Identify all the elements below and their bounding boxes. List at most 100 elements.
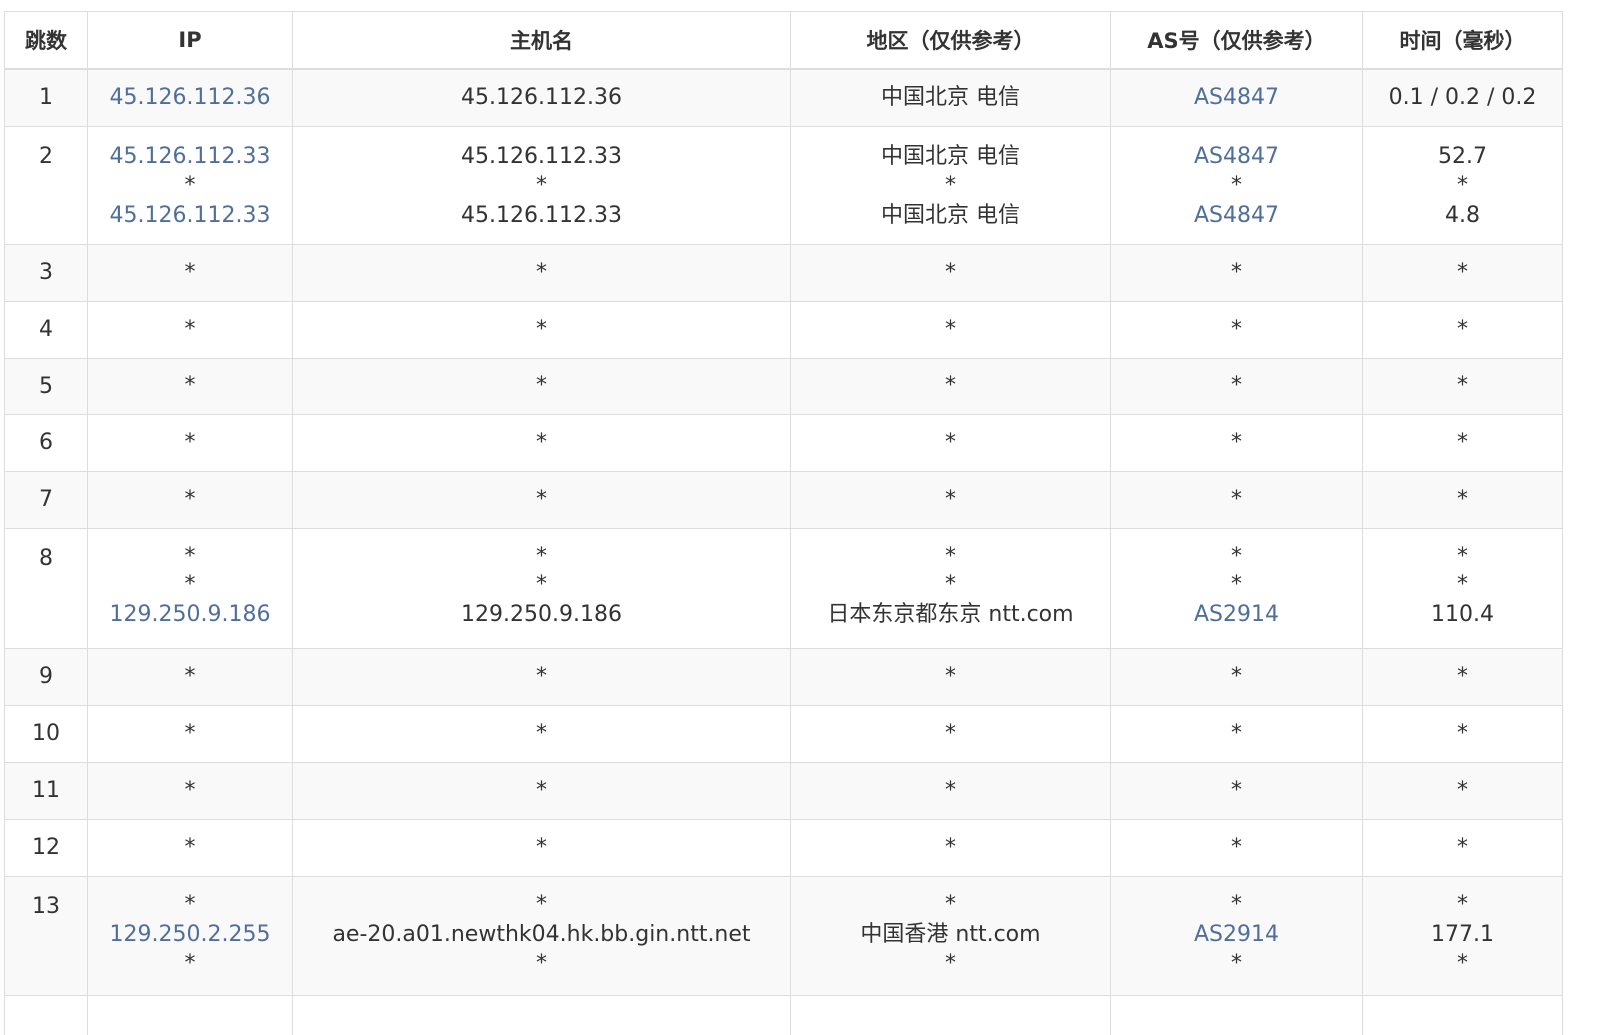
cell-ip: 45.126.112.33 * 45.126.112.33 (87, 125, 293, 245)
cell-region: 中国北京 电信 (790, 68, 1111, 127)
cell-region: * (790, 470, 1111, 529)
asn-link[interactable]: AS4847 (1111, 200, 1362, 231)
table-row: 4 * * * * * (4, 300, 1563, 359)
timeout-marker: * (536, 172, 547, 198)
hop-number (4, 994, 88, 1035)
table-row (4, 994, 1563, 1035)
cell-time: 52.7 * 4.8 (1362, 125, 1563, 245)
timeout-marker: * (945, 891, 956, 917)
ip-link[interactable]: 129.250.9.186 (88, 599, 292, 630)
hop-number: 5 (4, 357, 88, 415)
region-value: 中国香港 ntt.com (860, 921, 1041, 947)
time-value: 4.8 (1445, 202, 1480, 228)
cell-host: * (292, 300, 791, 359)
timeout-marker: * (1231, 777, 1242, 803)
table-row: 8 * * 129.250.9.186 * * 129.250.9.186 * * 日本东京都东京… (4, 527, 1563, 649)
timeout-marker: * (536, 543, 547, 569)
timeout-marker: * (1457, 172, 1468, 198)
time-value: 110.4 (1431, 601, 1494, 627)
timeout-marker: * (184, 259, 196, 285)
timeout-marker: * (1457, 891, 1468, 917)
timeout-marker: * (945, 720, 956, 746)
region-value: 日本东京都东京 ntt.com (827, 601, 1074, 627)
table-row: 11 * * * * * (4, 761, 1563, 820)
header-hostname: 主机名 (292, 11, 791, 70)
table-row: 1 45.126.112.36 45.126.112.36 中国北京 电信 AS4847… (4, 68, 1563, 127)
timeout-marker: * (1231, 950, 1242, 976)
cell-region: * (790, 357, 1111, 415)
cell-host: * * 129.250.9.186 (292, 527, 791, 649)
header-row: 跳数 IP 主机名 地区（仅供参考） AS号（仅供参考） 时间（毫秒） (4, 11, 1563, 70)
timeout-marker: * (536, 950, 547, 976)
cell-ip (87, 994, 293, 1035)
cell-region: * (790, 243, 1111, 302)
cell-host: * (292, 243, 791, 302)
timeout-marker: * (536, 663, 547, 689)
ip-link[interactable]: 45.126.112.33 (88, 141, 292, 172)
table-row: 5 * * * * * (4, 357, 1563, 415)
time-value: 0.1 / 0.2 / 0.2 (1388, 85, 1537, 111)
table-row: 3 * * * * * (4, 243, 1563, 302)
timeout-marker: * (184, 486, 196, 512)
cell-time (1362, 994, 1563, 1035)
cell-time: * (1362, 300, 1563, 359)
cell-asn: * (1110, 818, 1363, 877)
timeout-marker: * (945, 486, 956, 512)
timeout-marker: * (1231, 316, 1242, 342)
timeout-marker: * (1231, 172, 1242, 198)
cell-host: * (292, 357, 791, 415)
timeout-marker: * (1457, 316, 1468, 342)
asn-link[interactable]: AS4847 (1111, 82, 1362, 113)
cell-host (292, 994, 791, 1035)
timeout-marker: * (536, 720, 547, 746)
cell-ip: * (87, 818, 293, 877)
cell-asn: * (1110, 704, 1363, 763)
timeout-marker: * (945, 571, 956, 597)
ip-link[interactable]: 129.250.2.255 (88, 919, 292, 950)
host-value: 45.126.112.36 (461, 85, 622, 111)
cell-time: * (1362, 647, 1563, 706)
cell-region: * * 日本东京都东京 ntt.com (790, 527, 1111, 649)
timeout-marker: * (945, 777, 956, 803)
timeout-marker: * (945, 950, 956, 976)
cell-ip: * (87, 704, 293, 763)
table-header: 跳数 IP 主机名 地区（仅供参考） AS号（仅供参考） 时间（毫秒） (4, 11, 1563, 70)
host-value: 45.126.112.33 (461, 143, 622, 169)
cell-time: * (1362, 704, 1563, 763)
header-asn: AS号（仅供参考） (1110, 11, 1363, 70)
ip-link[interactable]: 45.126.112.36 (88, 82, 292, 113)
cell-region: * (790, 413, 1111, 472)
timeout-marker: * (945, 373, 956, 398)
timeout-marker: * (1231, 891, 1242, 917)
cell-time: * * 110.4 (1362, 527, 1563, 649)
header-ip: IP (87, 11, 293, 70)
ip-link[interactable]: 45.126.112.33 (88, 200, 292, 231)
timeout-marker: * (1457, 543, 1468, 569)
cell-asn: * (1110, 357, 1363, 415)
timeout-marker: * (184, 373, 196, 398)
cell-host: * (292, 647, 791, 706)
cell-time: * (1362, 470, 1563, 529)
asn-link[interactable]: AS2914 (1111, 919, 1362, 950)
asn-link[interactable]: AS4847 (1111, 141, 1362, 172)
time-value: 52.7 (1438, 143, 1487, 169)
cell-time: * (1362, 413, 1563, 472)
timeout-marker: * (1231, 259, 1242, 285)
timeout-marker: * (184, 891, 196, 917)
timeout-marker: * (945, 543, 956, 569)
cell-time: 0.1 / 0.2 / 0.2 (1362, 68, 1563, 127)
cell-ip: * 129.250.2.255 * (87, 875, 293, 996)
traceroute-table: 跳数 IP 主机名 地区（仅供参考） AS号（仅供参考） 时间（毫秒） 1 45.… (4, 11, 1563, 1035)
hop-number: 7 (4, 470, 88, 529)
asn-link[interactable]: AS2914 (1111, 599, 1362, 630)
cell-region: * (790, 300, 1111, 359)
host-value: 45.126.112.33 (461, 202, 622, 228)
host-value: 129.250.9.186 (461, 601, 622, 627)
table-row: 9 * * * * * (4, 647, 1563, 706)
cell-ip: * * 129.250.9.186 (87, 527, 293, 649)
table-row: 6 * * * * * (4, 413, 1563, 472)
table-row: 12 * * * * * (4, 818, 1563, 877)
timeout-marker: * (1231, 720, 1242, 746)
cell-asn: * (1110, 413, 1363, 472)
cell-asn: * AS2914 * (1110, 875, 1363, 996)
